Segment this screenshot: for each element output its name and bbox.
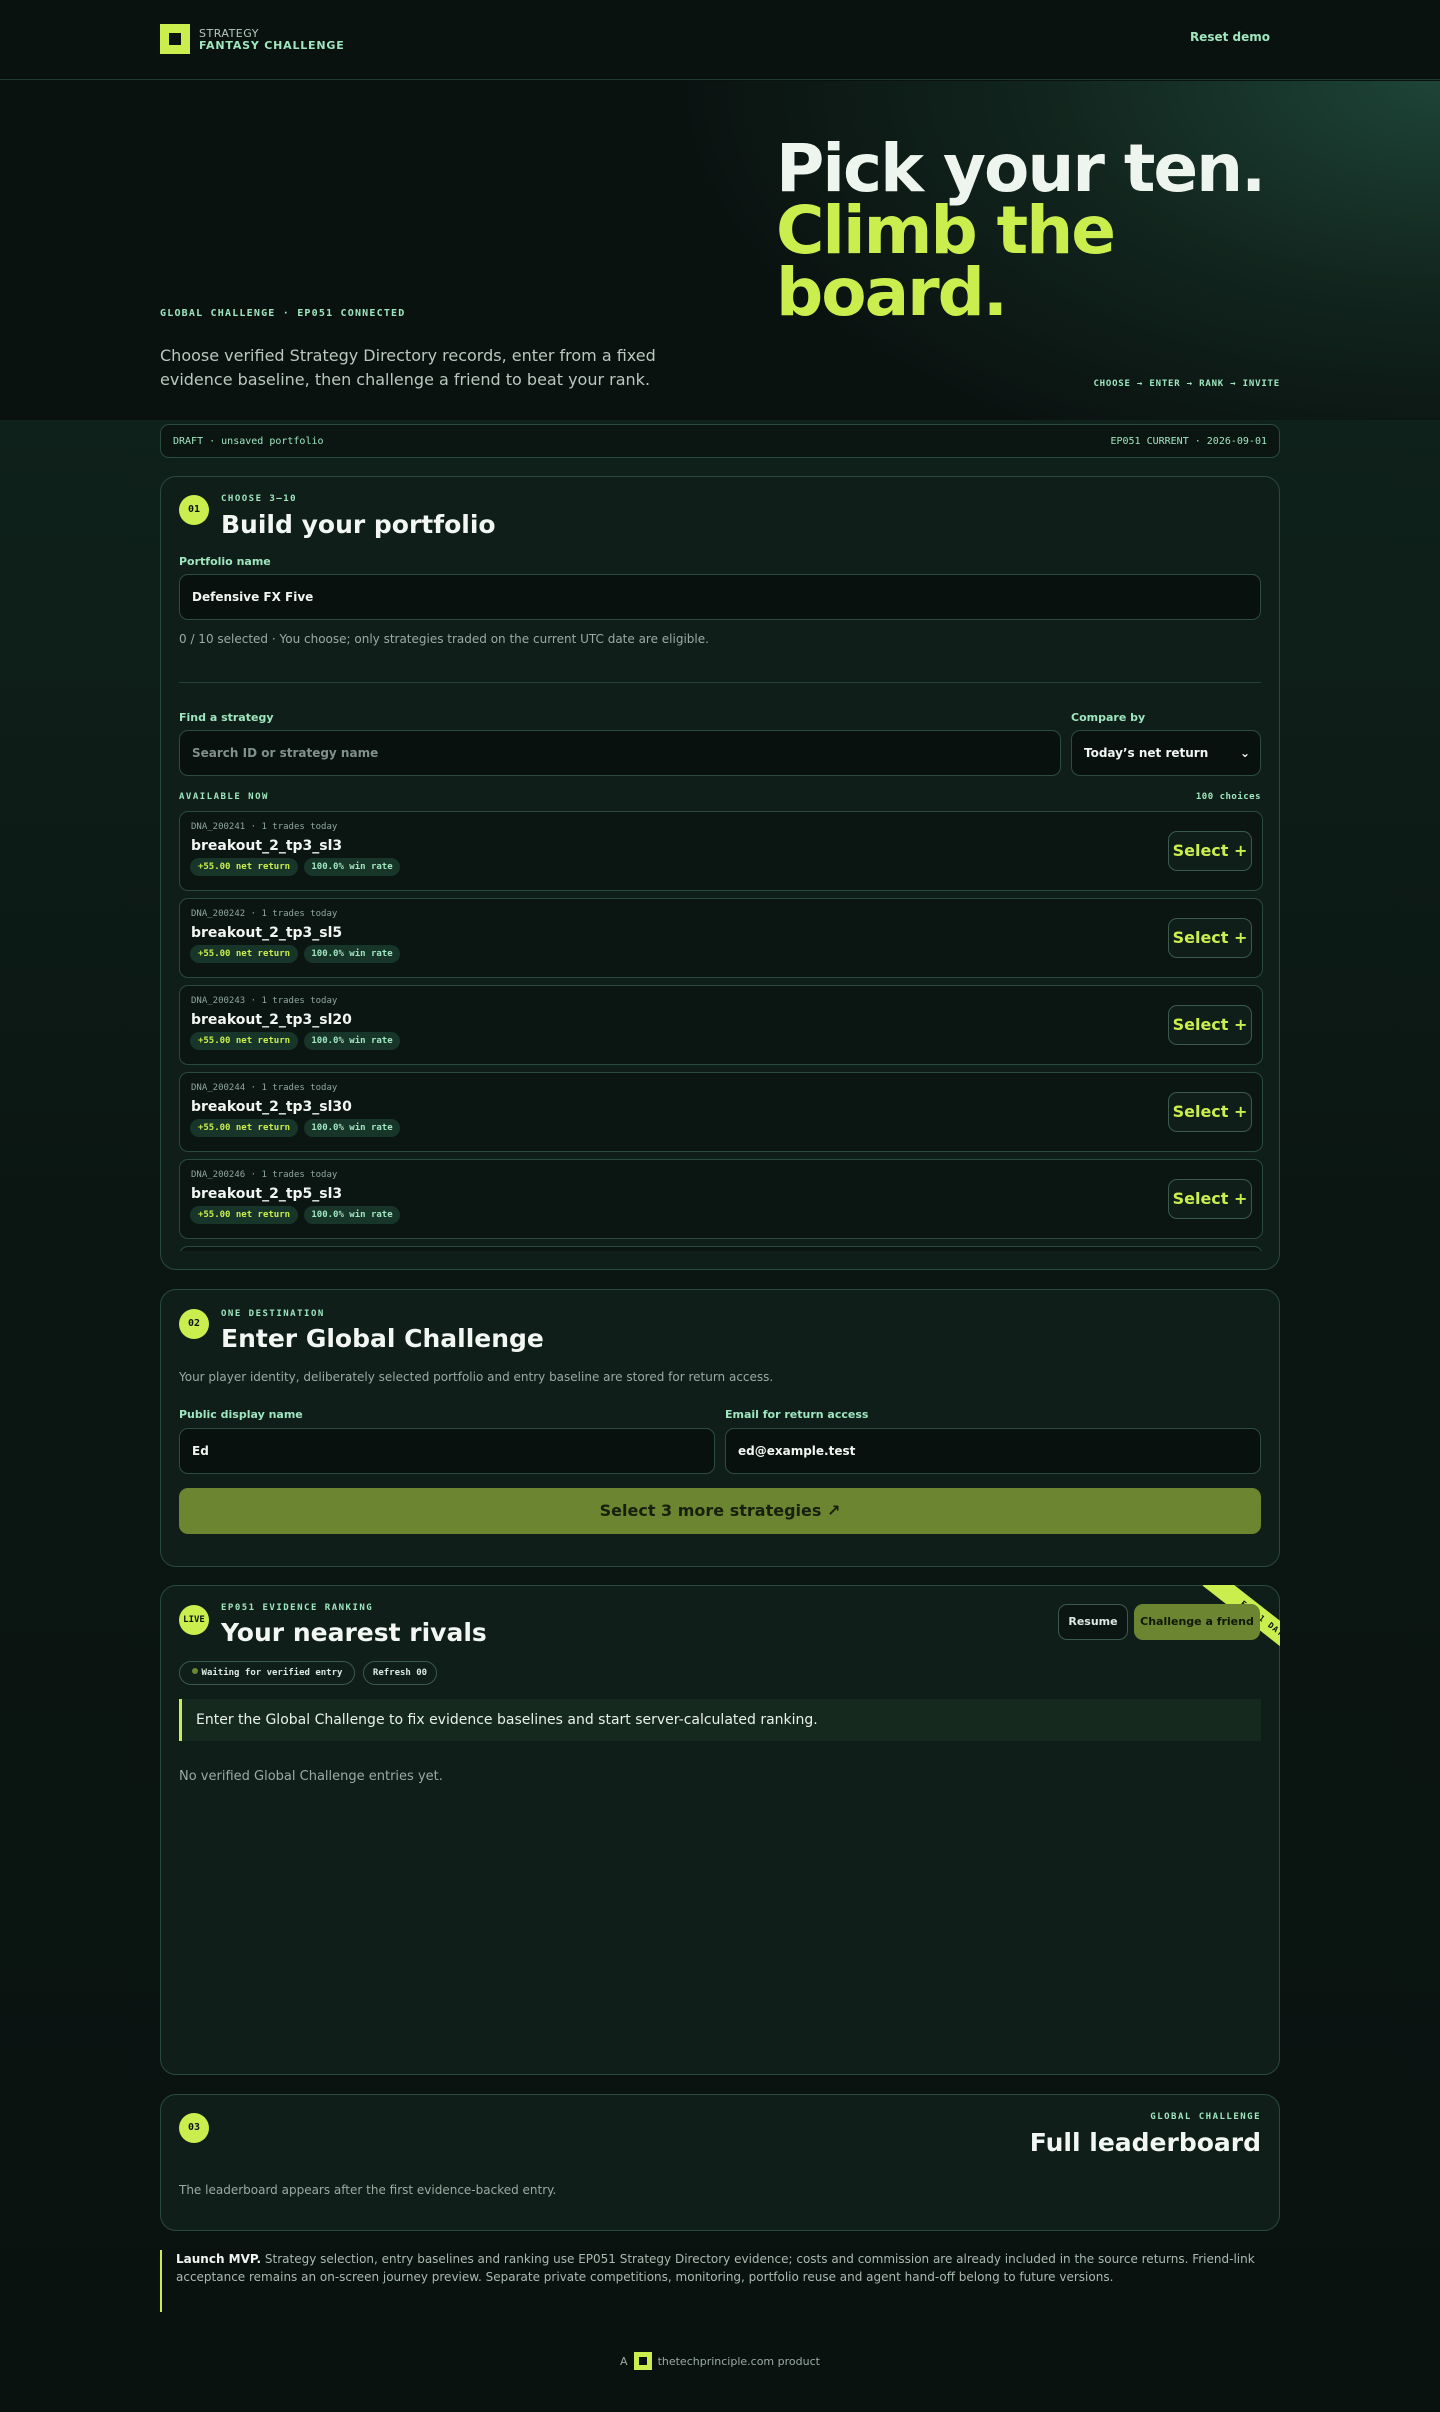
logo-line2: FANTASY CHALLENGE	[199, 39, 345, 52]
strategy-list[interactable]: DNA_200241 · 1 trades today breakout_2_t…	[179, 811, 1263, 1251]
leaderboard-empty-text: The leaderboard appears after the first …	[179, 2183, 557, 2197]
enter-eyebrow: ONE DESTINATION	[221, 1309, 325, 1319]
enter-challenge-card: 02 ONE DESTINATION Enter Global Challeng…	[160, 1289, 1280, 1567]
challenge-friend-button[interactable]: Challenge a friend	[1134, 1604, 1260, 1640]
net-return-chip: +55.00 net return	[190, 1119, 298, 1137]
footer: Athetechprinciple.com product	[0, 2352, 1440, 2370]
net-return-chip: +55.00 net return	[190, 858, 298, 876]
rivals-empty-text: No verified Global Challenge entries yet…	[179, 1769, 443, 1784]
choices-count: 100 choices	[1195, 792, 1261, 802]
select-strategy-button[interactable]: Select +	[1168, 1092, 1252, 1132]
launch-note-text: Strategy selection, entry baselines and …	[176, 2252, 1255, 2284]
strategy-search-input[interactable]: Search ID or strategy name	[179, 730, 1061, 776]
strategy-item[interactable]: DNA_200243 · 1 trades today breakout_2_t…	[179, 985, 1263, 1065]
divider	[179, 682, 1261, 683]
email-label: Email for return access	[725, 1408, 869, 1421]
strategy-name: breakout_2_tp5_sl3	[191, 1186, 343, 1202]
footer-logo-icon	[633, 2352, 652, 2370]
step-number: 02	[179, 1309, 209, 1339]
strategy-name: breakout_2_tp3_sl5	[191, 925, 343, 941]
step-number: 03	[179, 2113, 209, 2143]
status-dot-icon	[191, 1668, 198, 1674]
hero-description: Choose verified Strategy Directory recor…	[160, 346, 656, 389]
win-rate-chip: 100.0% win rate	[304, 1206, 400, 1224]
footer-prefix: A	[620, 2355, 628, 2368]
strategy-meta: DNA_200242 · 1 trades today	[191, 909, 338, 919]
footer-brand-link[interactable]: thetechprinciple.com product	[658, 2355, 820, 2368]
strategy-item[interactable]: DNA_200244 · 1 trades today breakout_2_t…	[179, 1072, 1263, 1152]
select-strategy-button[interactable]: Select +	[1168, 831, 1252, 871]
select-strategy-button[interactable]: Select +	[1168, 1005, 1252, 1045]
compare-by-select[interactable]: Today’s net return ⌄	[1071, 730, 1261, 776]
hero-headline-1: Pick your ten.	[776, 130, 1266, 207]
enter-description: Your player identity, deliberately selec…	[179, 1370, 774, 1384]
strategy-meta: DNA_200244 · 1 trades today	[191, 1083, 338, 1093]
logo-icon[interactable]	[160, 24, 190, 54]
display-name-label: Public display name	[179, 1408, 303, 1421]
strategy-meta: DNA_200243 · 1 trades today	[191, 996, 338, 1006]
waiting-status-text: Waiting for verified entry	[201, 1668, 343, 1678]
net-return-chip: +55.00 net return	[190, 1206, 298, 1224]
chevron-down-icon: ⌄	[1239, 746, 1250, 760]
hero-steps: CHOOSE → ENTER → RANK → INVITE	[1093, 379, 1280, 389]
draft-status-bar: DRAFT · unsaved portfolio EP051 CURRENT …	[160, 424, 1280, 458]
win-rate-chip: 100.0% win rate	[304, 858, 400, 876]
resume-button[interactable]: Resume	[1058, 1604, 1128, 1640]
launch-note: Launch MVP. Strategy selection, entry ba…	[160, 2250, 1280, 2312]
strategy-item[interactable]: DNA_200241 · 1 trades today breakout_2_t…	[179, 811, 1263, 891]
portfolio-card: 01 CHOOSE 3–10 Build your portfolio Port…	[160, 476, 1280, 1270]
portfolio-title: Build your portfolio	[221, 510, 496, 539]
select-strategy-button[interactable]: Select +	[1168, 918, 1252, 958]
portfolio-name-input[interactable]: Defensive FX Five	[179, 574, 1261, 620]
rivals-title: Your nearest rivals	[221, 1618, 487, 1647]
draft-status: DRAFT · unsaved portfolio	[173, 436, 324, 447]
rivals-eyebrow: EP051 EVIDENCE RANKING	[221, 1603, 374, 1613]
hero-headline-2: Climb the board.	[776, 192, 1116, 331]
strategy-item[interactable]: DNA_200242 · 1 trades today breakout_2_t…	[179, 898, 1263, 978]
leaderboard-card: 03 GLOBAL CHALLENGE Full leaderboard The…	[160, 2094, 1280, 2231]
rivals-card: EP051 DATA LIVE EP051 EVIDENCE RANKING Y…	[160, 1585, 1280, 2075]
compare-by-value: Today’s net return	[1084, 746, 1209, 760]
select-strategy-button[interactable]: Select +	[1168, 1179, 1252, 1219]
strategy-meta: DNA_200241 · 1 trades today	[191, 822, 338, 832]
compare-by-label: Compare by	[1071, 711, 1146, 724]
strategy-name: breakout_2_tp3_sl3	[191, 838, 343, 854]
live-badge: LIVE	[179, 1605, 209, 1635]
find-strategy-label: Find a strategy	[179, 711, 274, 724]
waiting-status-pill: Waiting for verified entry	[179, 1661, 355, 1685]
strategy-meta: DNA_200246 · 1 trades today	[191, 1170, 338, 1180]
reset-demo-button[interactable]: Reset demo	[1180, 30, 1270, 44]
portfolio-eyebrow: CHOOSE 3–10	[221, 494, 298, 504]
data-version: EP051 CURRENT · 2026-09-01	[1110, 436, 1267, 447]
selection-status: 0 / 10 selected · You choose; only strat…	[179, 632, 709, 646]
win-rate-chip: 100.0% win rate	[304, 1032, 400, 1050]
display-name-input[interactable]: Ed	[179, 1428, 715, 1474]
net-return-chip: +55.00 net return	[190, 1032, 298, 1050]
strategy-name: breakout_2_tp3_sl20	[191, 1012, 352, 1028]
win-rate-chip: 100.0% win rate	[304, 1119, 400, 1137]
step-number: 01	[179, 495, 209, 525]
win-rate-chip: 100.0% win rate	[304, 945, 400, 963]
net-return-chip: +55.00 net return	[190, 945, 298, 963]
portfolio-name-label: Portfolio name	[179, 555, 271, 568]
enter-title: Enter Global Challenge	[221, 1324, 544, 1353]
enter-challenge-button[interactable]: Select 3 more strategies ↗	[179, 1488, 1261, 1534]
leaderboard-title: Full leaderboard	[1029, 2128, 1261, 2157]
strategy-name: breakout_2_tp3_sl30	[191, 1099, 352, 1115]
strategy-item[interactable]	[179, 1246, 1263, 1251]
email-input[interactable]: ed@example.test	[725, 1428, 1261, 1474]
available-now-label: AVAILABLE NOW	[179, 792, 269, 802]
rivals-notice: Enter the Global Challenge to fix eviden…	[179, 1699, 1261, 1741]
launch-note-title: Launch MVP.	[176, 2252, 262, 2266]
strategy-item[interactable]: DNA_200246 · 1 trades today breakout_2_t…	[179, 1159, 1263, 1239]
hero-kicker: GLOBAL CHALLENGE · EP051 CONNECTED	[160, 308, 406, 319]
leaderboard-eyebrow: GLOBAL CHALLENGE	[1150, 2112, 1261, 2122]
top-bar: STRATEGY FANTASY CHALLENGE Reset demo	[0, 0, 1440, 80]
refresh-pill[interactable]: Refresh 00	[363, 1661, 437, 1685]
